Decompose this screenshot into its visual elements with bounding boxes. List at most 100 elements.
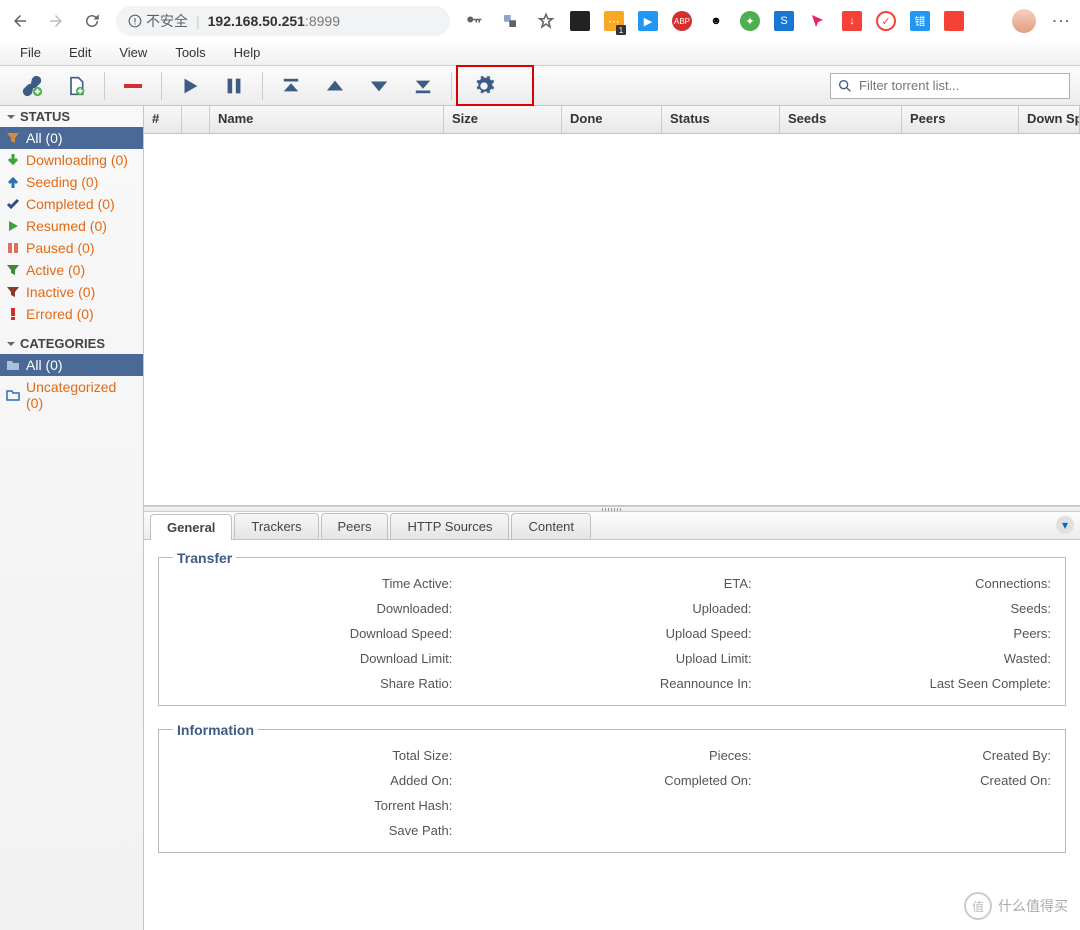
collapse-panel-button[interactable]: ▾ — [1056, 516, 1074, 534]
status-item-resumed[interactable]: Resumed (0) — [0, 215, 143, 237]
ext-icon-6[interactable]: ✦ — [740, 11, 760, 31]
col-name[interactable]: Name — [210, 106, 444, 133]
table-header: # Name Size Done Status Seeds Peers Down… — [144, 106, 1080, 134]
key-icon[interactable] — [462, 9, 486, 33]
ext-icon-abp[interactable]: ABP — [672, 11, 692, 31]
translate-icon[interactable] — [498, 9, 522, 33]
lbl-save-path: Save Path: — [173, 823, 452, 838]
lbl-pieces: Pieces: — [472, 748, 751, 763]
ext-icon-11[interactable]: 错 — [910, 11, 930, 31]
ext-icon-3[interactable]: ▶ — [638, 11, 658, 31]
ext-icon-12[interactable] — [944, 11, 964, 31]
folder-icon — [6, 358, 20, 372]
sidebar: STATUS All (0) Downloading (0) Seeding (… — [0, 106, 144, 930]
category-item-all[interactable]: All (0) — [0, 354, 143, 376]
detail-tabs: General Trackers Peers HTTP Sources Cont… — [144, 512, 1080, 540]
lbl-dl-limit: Download Limit: — [173, 651, 452, 666]
insecure-indicator: 不安全 — [128, 11, 188, 31]
search-input[interactable] — [859, 78, 1063, 93]
back-button[interactable] — [8, 9, 32, 33]
start-button[interactable] — [174, 70, 206, 102]
settings-button[interactable] — [468, 70, 500, 102]
error-icon — [6, 307, 20, 321]
col-down-speed[interactable]: Down Sp — [1019, 106, 1080, 133]
col-done[interactable]: Done — [562, 106, 662, 133]
menu-help[interactable]: Help — [220, 42, 275, 65]
lbl-wasted: Wasted: — [772, 651, 1051, 666]
play-icon — [6, 219, 20, 233]
add-file-button[interactable] — [60, 70, 92, 102]
move-top-button[interactable] — [275, 70, 307, 102]
url-bar[interactable]: 不安全 | 192.168.50.251:8999 — [116, 6, 450, 36]
move-bottom-button[interactable] — [407, 70, 439, 102]
forward-button[interactable] — [44, 9, 68, 33]
filter-icon — [6, 131, 20, 145]
lbl-completed-on: Completed On: — [472, 773, 751, 788]
lbl-peers: Peers: — [772, 626, 1051, 641]
tab-http-sources[interactable]: HTTP Sources — [390, 513, 509, 539]
ext-icon-messages[interactable]: ⋯ — [604, 11, 624, 31]
lbl-seeds: Seeds: — [772, 601, 1051, 616]
pause-button[interactable] — [218, 70, 250, 102]
menu-view[interactable]: View — [105, 42, 161, 65]
content-pane: # Name Size Done Status Seeds Peers Down… — [144, 106, 1080, 930]
tab-content[interactable]: Content — [511, 513, 591, 539]
col-status[interactable]: Status — [662, 106, 780, 133]
star-icon[interactable] — [534, 9, 558, 33]
filter-active-icon — [6, 263, 20, 277]
transfer-legend: Transfer — [173, 550, 236, 566]
col-size[interactable]: Size — [444, 106, 562, 133]
ext-icon-8[interactable] — [808, 11, 828, 31]
status-header[interactable]: STATUS — [0, 106, 143, 127]
status-item-seeding[interactable]: Seeding (0) — [0, 171, 143, 193]
col-hash[interactable]: # — [144, 106, 182, 133]
lbl-total-size: Total Size: — [173, 748, 452, 763]
status-item-all[interactable]: All (0) — [0, 127, 143, 149]
col-priority[interactable] — [182, 106, 210, 133]
status-item-paused[interactable]: Paused (0) — [0, 237, 143, 259]
status-item-downloading[interactable]: Downloading (0) — [0, 149, 143, 171]
menu-file[interactable]: File — [6, 42, 55, 65]
download-icon — [6, 153, 20, 167]
info-legend: Information — [173, 722, 258, 738]
insecure-label: 不安全 — [146, 11, 188, 31]
col-peers[interactable]: Peers — [902, 106, 1019, 133]
add-link-button[interactable] — [16, 70, 48, 102]
ext-icon-s[interactable]: S — [774, 11, 794, 31]
ext-icon-10[interactable]: ✓ — [876, 11, 896, 31]
watermark-icon: 值 — [964, 892, 992, 920]
lbl-last-seen: Last Seen Complete: — [772, 676, 1051, 691]
ext-icon-1[interactable] — [570, 11, 590, 31]
profile-avatar[interactable] — [1012, 9, 1036, 33]
status-item-active[interactable]: Active (0) — [0, 259, 143, 281]
ext-icon-9[interactable]: ↓ — [842, 11, 862, 31]
tab-general[interactable]: General — [150, 514, 232, 540]
move-down-button[interactable] — [363, 70, 395, 102]
status-item-errored[interactable]: Errored (0) — [0, 303, 143, 325]
lbl-uploaded: Uploaded: — [472, 601, 751, 616]
splitter[interactable] — [144, 506, 1080, 512]
move-up-button[interactable] — [319, 70, 351, 102]
col-seeds[interactable]: Seeds — [780, 106, 902, 133]
transfer-fieldset: Transfer Time Active: ETA: Connections: … — [158, 550, 1066, 706]
torrent-list[interactable] — [144, 134, 1080, 506]
search-box[interactable] — [830, 73, 1070, 99]
menu-edit[interactable]: Edit — [55, 42, 105, 65]
reload-button[interactable] — [80, 9, 104, 33]
upload-icon — [6, 175, 20, 189]
tab-trackers[interactable]: Trackers — [234, 513, 318, 539]
remove-button[interactable] — [117, 70, 149, 102]
lbl-time-active: Time Active: — [173, 576, 452, 591]
tab-peers[interactable]: Peers — [321, 513, 389, 539]
lbl-ul-speed: Upload Speed: — [472, 626, 751, 641]
category-item-uncategorized[interactable]: Uncategorized (0) — [0, 376, 143, 414]
ext-icon-5[interactable]: ☻ — [706, 11, 726, 31]
lbl-torrent-hash: Torrent Hash: — [173, 798, 452, 813]
ext-icon-13[interactable]: ⋮ — [978, 11, 998, 31]
status-item-completed[interactable]: Completed (0) — [0, 193, 143, 215]
url-host: 192.168.50.251:8999 — [208, 13, 340, 29]
menu-tools[interactable]: Tools — [161, 42, 219, 65]
menu-dots[interactable]: ⋮ — [1050, 12, 1072, 30]
categories-header[interactable]: CATEGORIES — [0, 333, 143, 354]
status-item-inactive[interactable]: Inactive (0) — [0, 281, 143, 303]
